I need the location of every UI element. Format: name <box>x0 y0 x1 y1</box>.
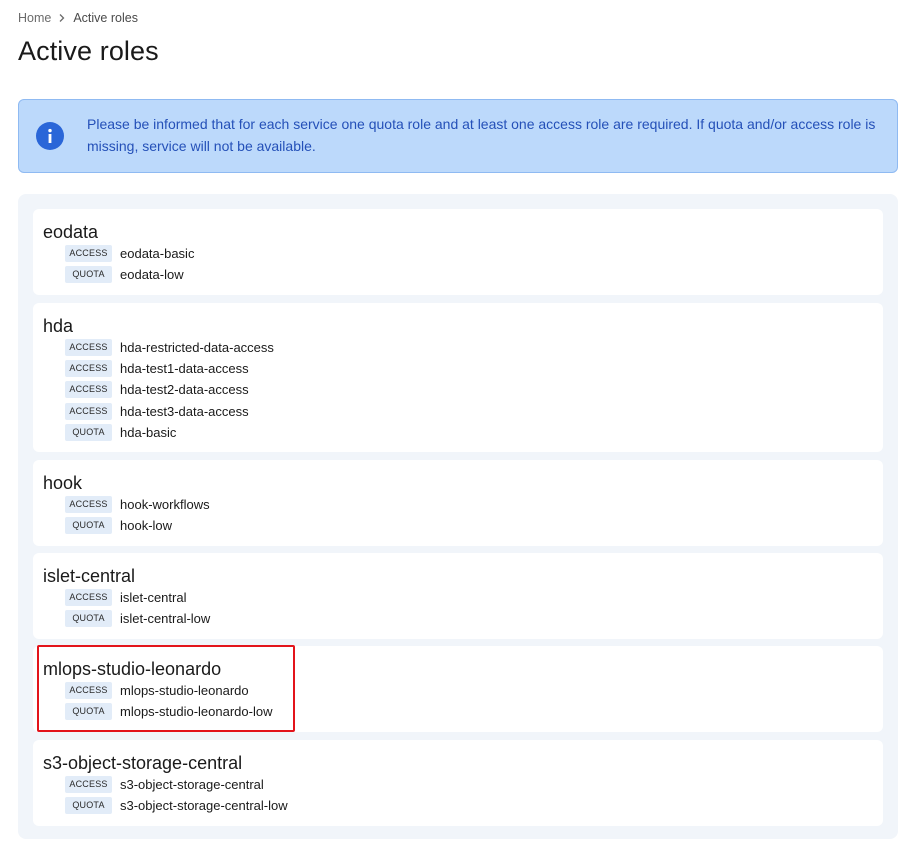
role-type-badge: ACCESS <box>65 402 112 420</box>
role-row: QUOTA islet-central-low <box>65 609 210 627</box>
role-name: hook-workflows <box>120 496 210 512</box>
role-row: ACCESS eodata-basic <box>65 244 194 262</box>
role-name: eodata-basic <box>120 245 195 261</box>
role-type-badge: QUOTA <box>65 796 112 814</box>
role-name: hda-test1-data-access <box>120 360 249 376</box>
service-card: hook ACCESS hook-workflows QUOTA hook-lo… <box>33 460 883 546</box>
service-name: hda <box>43 316 74 336</box>
role-row: ACCESS hda-test3-data-access <box>65 402 249 420</box>
service-card: s3-object-storage-central ACCESS s3-obje… <box>33 740 883 826</box>
role-name: hda-test2-data-access <box>120 381 249 397</box>
role-row: ACCESS hda-test1-data-access <box>65 359 249 377</box>
service-card: hda ACCESS hda-restricted-data-access AC… <box>33 303 883 452</box>
role-type-badge: QUOTA <box>65 609 112 627</box>
role-type-badge: ACCESS <box>65 775 112 793</box>
role-name: eodata-low <box>120 266 184 282</box>
role-type-badge: ACCESS <box>65 588 112 606</box>
service-name: s3-object-storage-central <box>43 753 243 773</box>
breadcrumb: Home Active roles <box>18 11 138 25</box>
role-type-badge: QUOTA <box>65 516 112 534</box>
service-name: hook <box>43 473 83 493</box>
role-row: QUOTA hda-basic <box>65 423 176 441</box>
role-type-badge: QUOTA <box>65 423 112 441</box>
role-row: ACCESS hda-test2-data-access <box>65 380 249 398</box>
role-row: ACCESS hook-workflows <box>65 495 210 513</box>
info-banner: Please be informed that for each service… <box>18 99 898 173</box>
role-type-badge: ACCESS <box>65 495 112 513</box>
role-row: QUOTA hook-low <box>65 516 172 534</box>
role-name: hda-basic <box>120 424 177 440</box>
breadcrumb-current: Active roles <box>73 11 138 25</box>
breadcrumb-home-link[interactable]: Home <box>18 11 51 25</box>
highlight-annotation <box>37 645 295 732</box>
service-card: eodata ACCESS eodata-basic QUOTA eodata-… <box>33 209 883 295</box>
role-name: hda-restricted-data-access <box>120 339 274 355</box>
role-type-badge: ACCESS <box>65 359 112 377</box>
role-type-badge: QUOTA <box>65 265 112 283</box>
chevron-right-icon <box>55 11 69 25</box>
service-name: eodata <box>43 222 99 242</box>
role-row: ACCESS hda-restricted-data-access <box>65 338 274 356</box>
role-name: s3-object-storage-central <box>120 776 264 792</box>
service-card: islet-central ACCESS islet-central QUOTA… <box>33 553 883 639</box>
info-icon <box>36 122 64 150</box>
role-name: islet-central-low <box>120 610 211 626</box>
page-title: Active roles <box>18 36 159 66</box>
role-name: hda-test3-data-access <box>120 403 249 419</box>
role-row: QUOTA s3-object-storage-central-low <box>65 796 288 814</box>
role-type-badge: ACCESS <box>65 380 112 398</box>
role-type-badge: ACCESS <box>65 338 112 356</box>
info-banner-text: Please be informed that for each service… <box>87 116 876 154</box>
role-row: QUOTA eodata-low <box>65 265 184 283</box>
role-row: ACCESS islet-central <box>65 588 186 606</box>
role-name: hook-low <box>120 517 173 533</box>
role-name: s3-object-storage-central-low <box>120 797 288 813</box>
service-name: islet-central <box>43 566 136 586</box>
role-name: islet-central <box>120 589 187 605</box>
role-type-badge: ACCESS <box>65 244 112 262</box>
role-row: ACCESS s3-object-storage-central <box>65 775 264 793</box>
